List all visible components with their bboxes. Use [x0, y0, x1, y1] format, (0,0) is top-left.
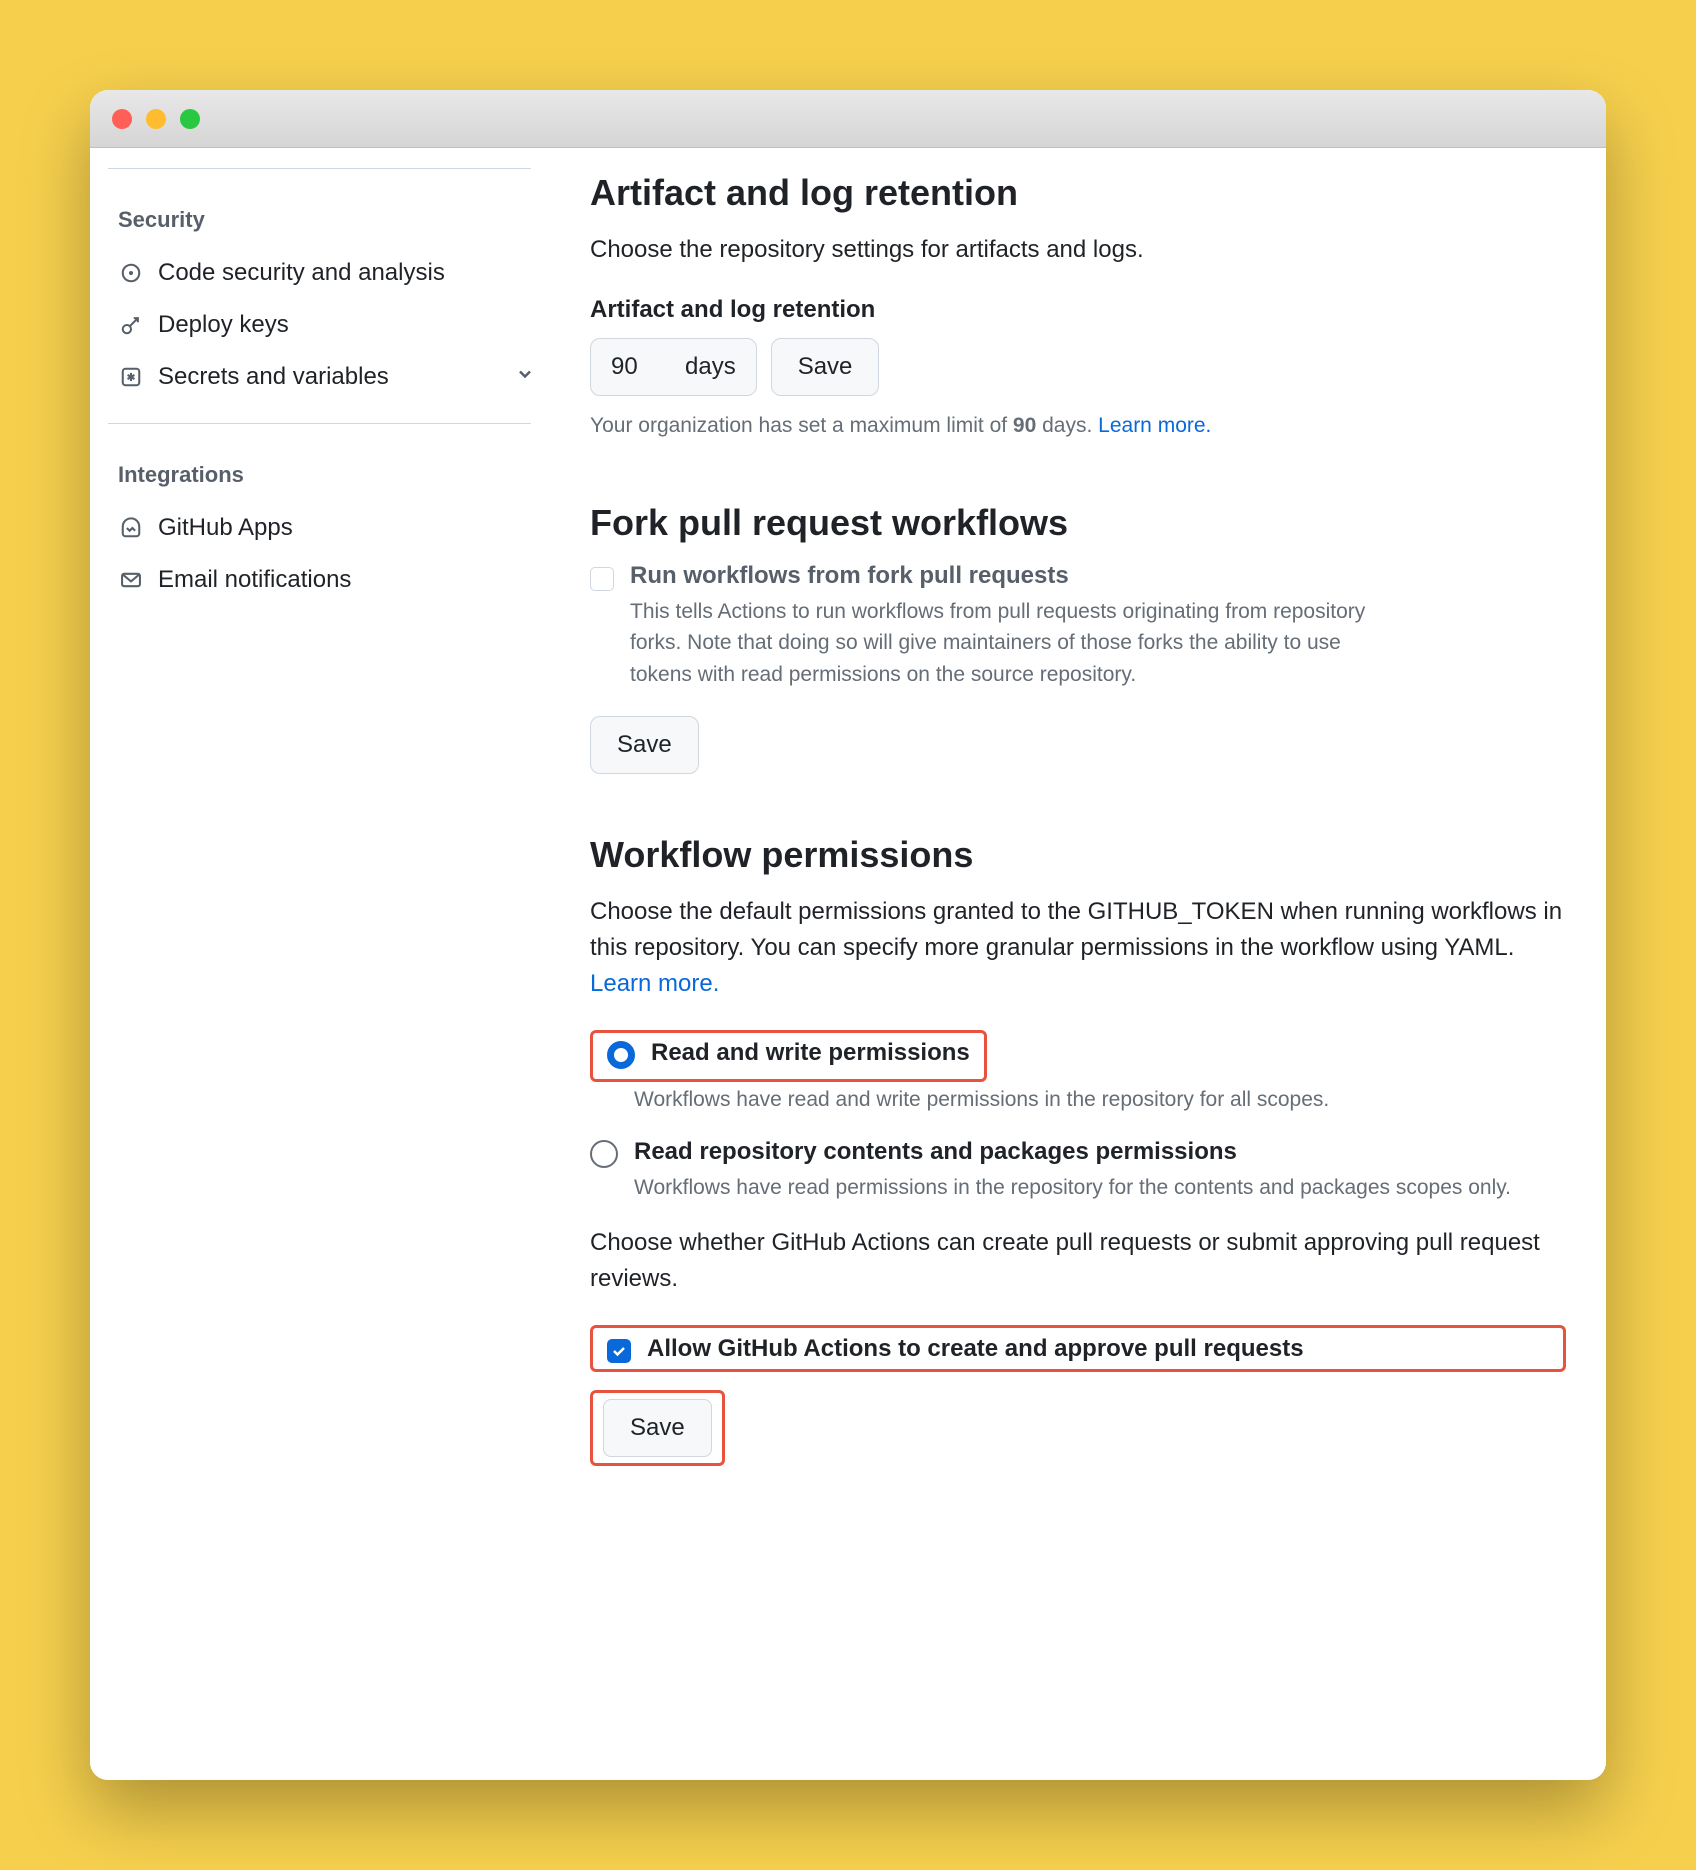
artifact-retention-section: Artifact and log retention Choose the re…	[590, 172, 1566, 442]
run-fork-workflows-checkbox[interactable]	[590, 567, 614, 591]
radio-label: Read and write permissions	[651, 1039, 970, 1067]
radio-description: Workflows have read and write permission…	[634, 1084, 1566, 1116]
key-icon	[118, 312, 144, 338]
mail-icon	[118, 567, 144, 593]
retention-days-input[interactable]	[591, 339, 681, 395]
main-content: Artifact and log retention Choose the re…	[550, 148, 1606, 1780]
sidebar-item-github-apps[interactable]: GitHub Apps	[108, 502, 549, 554]
allow-create-pr-checkbox[interactable]	[607, 1339, 631, 1363]
sidebar-item-label: Secrets and variables	[158, 363, 389, 391]
save-permissions-button[interactable]: Save	[603, 1399, 712, 1457]
checkbox-description: This tells Actions to run workflows from…	[630, 596, 1370, 691]
fork-pr-section: Fork pull request workflows Run workflow…	[590, 502, 1566, 775]
save-fork-button[interactable]: Save	[590, 716, 699, 774]
app-window: Security Code security and analysis Depl…	[90, 90, 1606, 1780]
sidebar-item-deploy-keys[interactable]: Deploy keys	[108, 299, 549, 351]
read-write-radio[interactable]	[607, 1041, 635, 1069]
retention-days-unit: days	[681, 353, 756, 381]
checkbox-label: Run workflows from fork pull requests	[630, 562, 1566, 590]
read-only-radio[interactable]	[590, 1140, 618, 1168]
sidebar-heading-integrations: Integrations	[108, 444, 549, 502]
sidebar-item-label: Code security and analysis	[158, 259, 445, 287]
asterisk-icon	[118, 364, 144, 390]
section-description: Choose the default permissions granted t…	[590, 894, 1566, 1002]
section-title: Fork pull request workflows	[590, 502, 1566, 544]
scan-icon	[118, 260, 144, 286]
minimize-window-icon[interactable]	[146, 109, 166, 129]
section-description: Choose the repository settings for artif…	[590, 232, 1566, 268]
sidebar-item-code-security[interactable]: Code security and analysis	[108, 247, 549, 299]
sidebar-item-label: Deploy keys	[158, 311, 289, 339]
maximize-window-icon[interactable]	[180, 109, 200, 129]
section-title: Artifact and log retention	[590, 172, 1566, 214]
sidebar-item-email[interactable]: Email notifications	[108, 554, 549, 606]
learn-more-link[interactable]: Learn more.	[1098, 414, 1211, 437]
radio-description: Workflows have read permissions in the r…	[634, 1172, 1566, 1204]
sidebar-item-label: Email notifications	[158, 566, 351, 594]
field-label: Artifact and log retention	[590, 296, 1566, 324]
checkbox-label: Allow GitHub Actions to create and appro…	[647, 1335, 1549, 1363]
radio-label: Read repository contents and packages pe…	[634, 1138, 1566, 1166]
retention-note: Your organization has set a maximum limi…	[590, 410, 1566, 442]
chevron-down-icon	[515, 363, 535, 391]
window-titlebar	[90, 90, 1606, 148]
learn-more-link[interactable]: Learn more.	[590, 970, 719, 997]
sidebar-heading-security: Security	[108, 189, 549, 247]
sidebar-item-secrets[interactable]: Secrets and variables	[108, 351, 549, 403]
workflow-permissions-section: Workflow permissions Choose the default …	[590, 834, 1566, 1466]
hubot-icon	[118, 515, 144, 541]
section-title: Workflow permissions	[590, 834, 1566, 876]
close-window-icon[interactable]	[112, 109, 132, 129]
sidebar-item-label: GitHub Apps	[158, 514, 293, 542]
settings-sidebar: Security Code security and analysis Depl…	[90, 148, 550, 1780]
save-retention-button[interactable]: Save	[771, 338, 880, 396]
sub-description: Choose whether GitHub Actions can create…	[590, 1225, 1566, 1297]
retention-days-input-group: days	[590, 338, 757, 396]
